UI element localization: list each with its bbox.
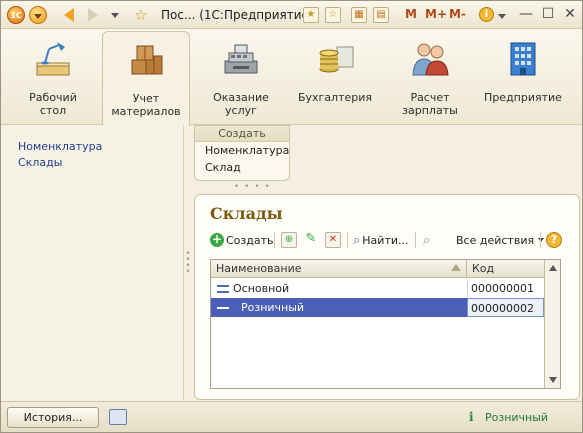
section-inventory-label: Учет материалов <box>111 92 181 118</box>
app-logo-icon[interactable]: 1С <box>7 6 25 24</box>
info-dropdown-icon[interactable] <box>498 14 506 19</box>
section-payroll[interactable]: Расчет зарплаты <box>386 31 474 123</box>
section-desktop-label: Рабочий стол <box>29 91 77 117</box>
delete-button[interactable]: ✕ <box>325 230 341 250</box>
all-actions-label: Все действия <box>456 233 535 247</box>
section-enterprise-label: Предприятие <box>484 91 562 104</box>
sort-ascending-icon <box>451 264 461 271</box>
desk-lamp-icon <box>36 42 70 76</box>
create-button-label: Создать <box>226 233 274 247</box>
section-services-label: Оказание услуг <box>213 91 269 117</box>
help-button[interactable]: ? <box>546 230 562 250</box>
help-icon: ? <box>546 232 562 248</box>
main-menu-button[interactable] <box>29 6 47 24</box>
vertical-scrollbar[interactable] <box>544 260 560 388</box>
list-form: Склады + Создать ⊕ ✎ ✕ ⌕ Найти... ⌕ Все … <box>194 194 580 400</box>
find-button[interactable]: ⌕ Найти... <box>353 230 409 250</box>
window-title: Пос... (1С:Предприятие) <box>161 8 314 22</box>
status-text: Розничный <box>485 411 549 424</box>
section-inventory[interactable]: Учет материалов <box>102 31 190 126</box>
table-row[interactable]: Основной 000000001 <box>211 279 544 298</box>
cash-register-icon <box>224 44 258 74</box>
building-icon <box>510 42 536 76</box>
actions-panel: Создать Номенклатура Склад <box>194 125 290 181</box>
column-header-name-label: Наименование <box>216 262 302 275</box>
memory-plus-button[interactable]: M+ <box>425 7 447 21</box>
favorites-list-icon[interactable]: ☆ <box>325 7 341 23</box>
toolbar-separator <box>274 232 275 248</box>
form-title: Склады <box>210 204 283 223</box>
column-header-code[interactable]: Код <box>467 260 544 278</box>
navigation-panel: Номенклатура Склады <box>1 125 184 400</box>
back-arrow-icon[interactable] <box>61 5 77 25</box>
catalog-item-icon <box>217 285 229 293</box>
copy-button[interactable]: ⊕ <box>281 230 297 250</box>
delete-x-icon: ✕ <box>325 232 341 248</box>
history-button[interactable]: История... <box>7 407 99 428</box>
catalog-item-icon <box>217 307 229 309</box>
history-dropdown-icon[interactable] <box>109 5 121 25</box>
forward-arrow-icon[interactable] <box>85 5 101 25</box>
horizontal-splitter[interactable]: • • • • <box>234 182 271 192</box>
create-button[interactable]: + Создать <box>210 230 274 250</box>
section-payroll-label: Расчет зарплаты <box>402 91 458 117</box>
toolbar-separator <box>540 232 541 248</box>
copy-icon: ⊕ <box>281 232 297 248</box>
scroll-down-arrow-icon[interactable] <box>549 377 557 383</box>
edit-button[interactable]: ✎ <box>303 230 319 250</box>
favorites-star-icon[interactable]: ☆ <box>133 5 149 25</box>
memory-m-button[interactable]: M <box>405 7 417 21</box>
section-enterprise[interactable]: Предприятие <box>479 31 567 123</box>
search-cancel-icon: ⌕ <box>423 232 431 248</box>
scroll-up-arrow-icon[interactable] <box>549 265 557 271</box>
nav-item-warehouses[interactable]: Склады <box>18 155 183 171</box>
messages-icon[interactable] <box>109 409 127 425</box>
cell-name: Розничный <box>211 298 467 317</box>
people-icon <box>412 43 449 76</box>
info-icon[interactable]: i <box>479 7 494 22</box>
column-header-code-label: Код <box>472 262 495 275</box>
pencil-icon: ✎ <box>305 231 317 246</box>
memory-minus-button[interactable]: M- <box>449 7 466 21</box>
section-accounting[interactable]: Бухгалтерия <box>291 31 379 123</box>
magnifier-icon: ⌕ <box>353 232 361 248</box>
calendar-icon[interactable]: ▤ <box>373 7 389 23</box>
coins-icon <box>319 46 354 73</box>
cell-name: Основной <box>211 279 467 298</box>
boxes-icon <box>131 45 163 75</box>
plus-icon: + <box>210 232 224 247</box>
all-actions-button[interactable]: Все действия <box>456 230 545 250</box>
warehouses-table: Наименование Код Основной 000000001 Розн… <box>210 259 561 389</box>
column-header-name[interactable]: Наименование <box>211 260 467 278</box>
create-warehouse-link[interactable]: Склад <box>195 160 289 176</box>
chevron-down-icon <box>538 238 545 242</box>
form-toolbar: + Создать ⊕ ✎ ✕ ⌕ Найти... ⌕ Все действи… <box>210 229 570 251</box>
close-button[interactable]: ✕ <box>561 6 579 24</box>
create-nomenclature-link[interactable]: Номенклатура <box>195 142 289 160</box>
actions-panel-header: Создать <box>195 126 289 142</box>
app-window: 1С ☆ Пос... (1С:Предприятие) ★ ☆ ▦ ▤ M M… <box>0 0 583 433</box>
title-bar: 1С ☆ Пос... (1С:Предприятие) ★ ☆ ▦ ▤ M M… <box>1 1 582 29</box>
table-header: Наименование Код <box>211 260 544 278</box>
cancel-search-button[interactable]: ⌕ <box>423 230 430 250</box>
minimize-button[interactable]: — <box>517 6 535 24</box>
section-desktop[interactable]: Рабочий стол <box>9 31 97 123</box>
calculator-icon[interactable]: ▦ <box>351 7 367 23</box>
find-button-label: Найти... <box>362 233 409 247</box>
add-favorite-icon[interactable]: ★ <box>303 7 319 23</box>
nav-item-nomenclature[interactable]: Номенклатура <box>18 139 183 155</box>
sections-panel: Рабочий стол Учет материалов Оказание ус… <box>1 29 582 126</box>
maximize-button[interactable]: ☐ <box>539 6 557 24</box>
vertical-splitter[interactable]: • • • • <box>185 250 191 281</box>
toolbar-separator <box>347 232 348 248</box>
status-bar: История... i Розничный <box>1 401 582 432</box>
section-accounting-label: Бухгалтерия <box>297 91 373 104</box>
toolbar-separator <box>415 232 416 248</box>
cell-code: 000000002 <box>467 298 544 317</box>
section-services[interactable]: Оказание услуг <box>197 31 285 123</box>
status-info-icon: i <box>469 410 474 424</box>
cell-code: 000000001 <box>467 279 544 298</box>
table-row-selected[interactable]: Розничный 000000002 <box>211 298 544 317</box>
